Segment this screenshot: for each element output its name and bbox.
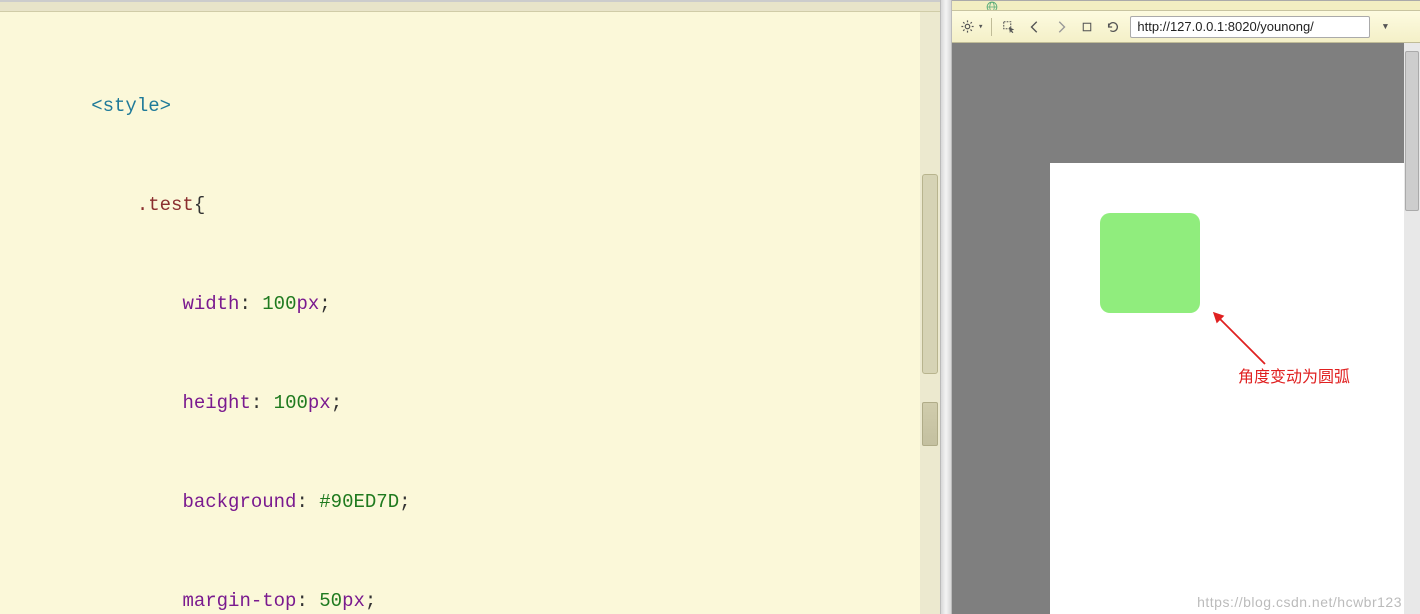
scrollbar-thumb[interactable] [922,174,938,374]
url-input[interactable]: http://127.0.0.1:8020/younong/ [1130,16,1370,38]
watermark-text: https://blog.csdn.net/hcwbr123 [1197,594,1402,610]
browser-tab[interactable] [952,1,1420,11]
test-box [1100,213,1200,313]
stop-icon[interactable] [1078,18,1096,36]
app-root: <style> .test{ width: 100px; height: 100… [0,0,1420,614]
prop-height: height [182,392,250,414]
rendered-page: 角度变动为圆弧 [1050,163,1404,614]
toolbar-separator [991,18,992,36]
pane-divider[interactable] [940,0,952,614]
browser-viewport: 角度变动为圆弧 [952,43,1420,614]
editor-ruler [0,2,940,12]
select-element-icon[interactable] [1000,18,1018,36]
prop-background: background [182,491,296,513]
css-selector: .test [137,194,194,216]
brace-open: { [194,194,205,216]
url-dropdown-icon[interactable]: ▾ [1378,19,1392,34]
tag-open: <style> [91,95,171,117]
browser-toolbar: ▾ http://127.0.0.1:8020/younong/ ▾ [952,11,1420,43]
code-area[interactable]: <style> .test{ width: 100px; height: 100… [0,12,920,614]
page-scrollbar[interactable] [1404,43,1420,614]
forward-arrow-icon[interactable] [1052,18,1070,36]
url-text: http://127.0.0.1:8020/younong/ [1137,19,1313,34]
globe-icon [986,1,998,11]
refresh-icon[interactable] [1104,18,1122,36]
editor-panel: <style> .test{ width: 100px; height: 100… [0,0,940,614]
gear-icon[interactable] [958,18,976,36]
back-arrow-icon[interactable] [1026,18,1044,36]
editor-scrollbar[interactable] [920,12,940,614]
page-scrollbar-thumb[interactable] [1405,51,1419,211]
browser-panel: ▾ http://127.0.0.1:8020/younong/ ▾ [952,0,1420,614]
prop-margin-top: margin-top [182,590,296,612]
prop-width: width [182,293,239,315]
scrollbar-grip[interactable] [922,402,938,446]
annotation-text: 角度变动为圆弧 [1238,363,1350,387]
